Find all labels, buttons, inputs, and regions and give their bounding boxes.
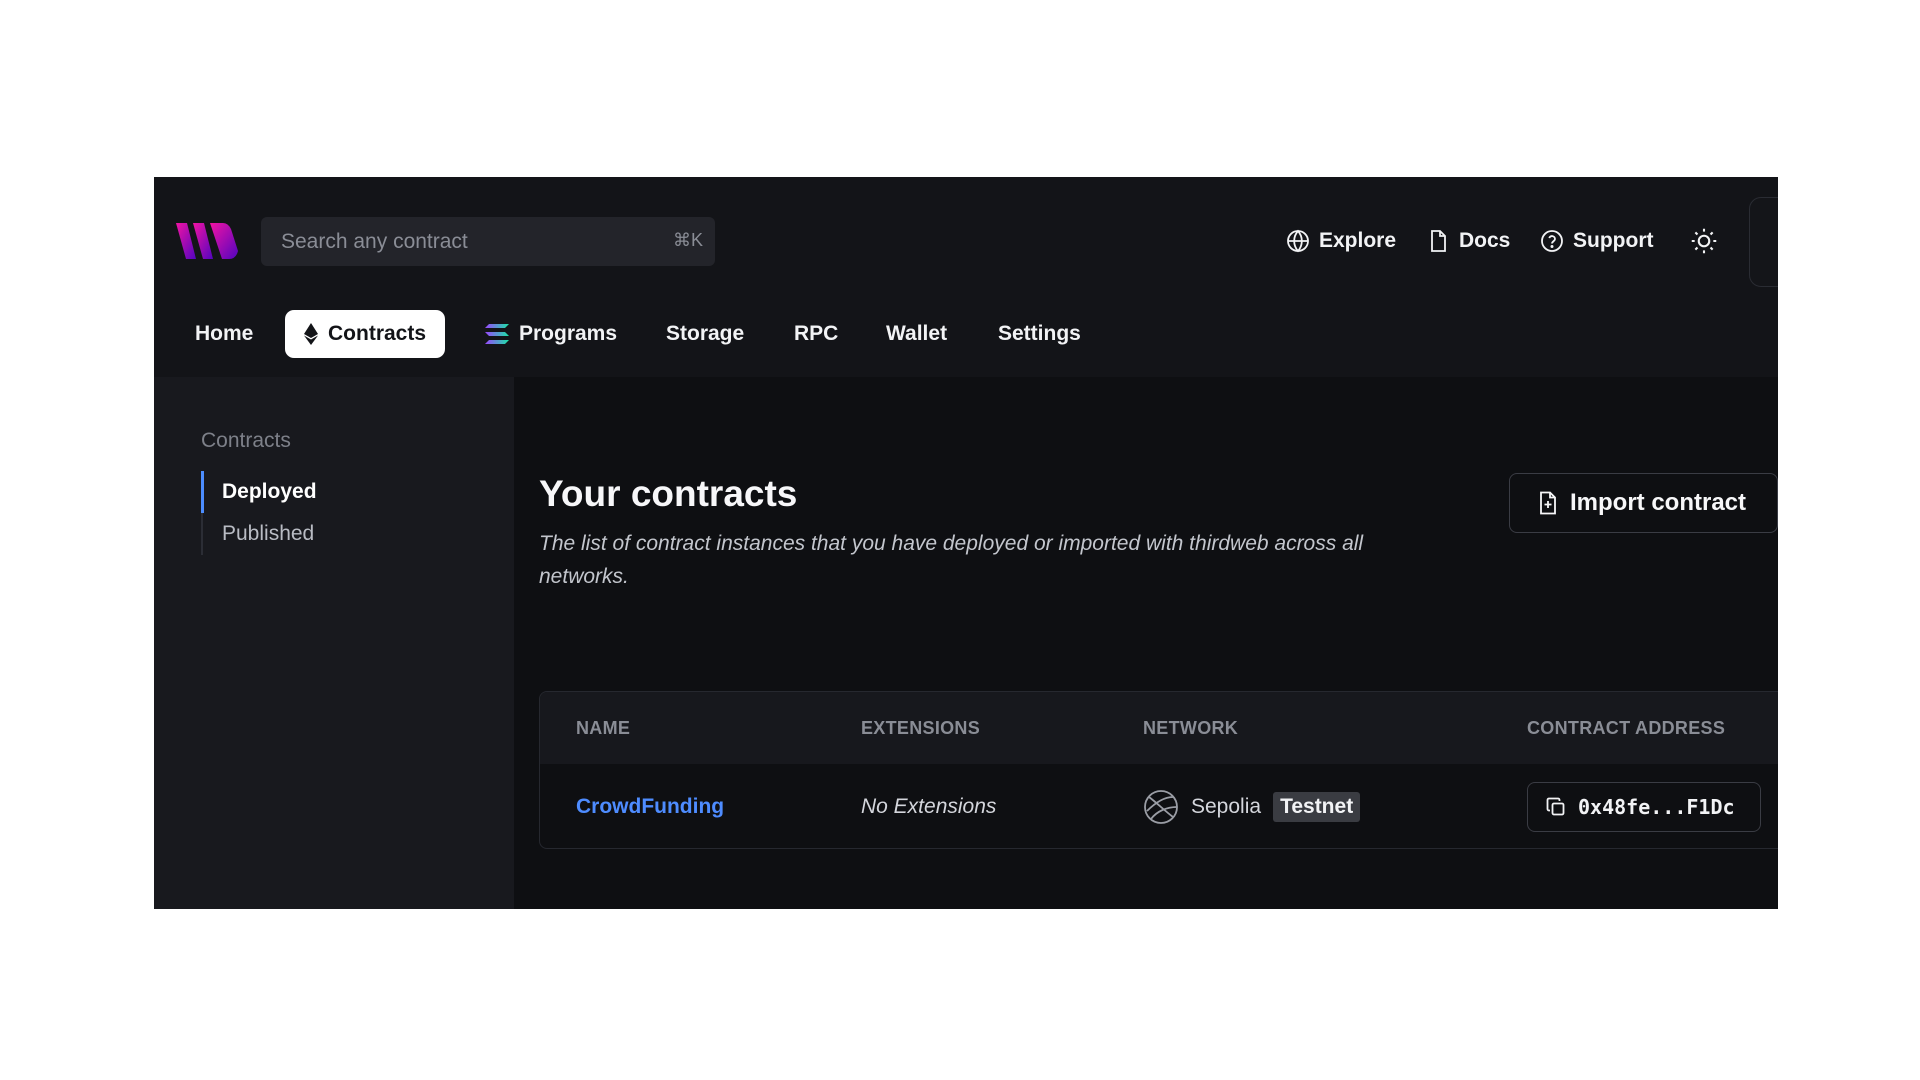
column-header-extensions[interactable]: EXTENSIONS [861,718,980,739]
sidebar-item-label: Deployed [222,480,317,503]
support-label: Support [1573,229,1654,252]
tab-contracts[interactable]: Contracts [285,310,446,358]
document-icon [1431,230,1446,252]
page-title: Your contracts [539,473,798,514]
tab-rpc[interactable]: RPC [794,310,838,358]
search-shortcut: ⌘K [672,230,703,250]
copy-address-button[interactable]: 0x48fe...F1Dc [1527,782,1761,832]
contracts-table: NAME EXTENSIONS NETWORK CONTRACT ADDRESS… [539,691,1778,849]
tab-label: Programs [519,322,618,345]
profile-button[interactable] [1749,197,1778,287]
network-globe-icon [1144,790,1178,824]
explore-link[interactable]: Explore [1286,219,1396,263]
support-link[interactable]: Support [1540,219,1653,263]
import-contract-label: Import contract [1570,489,1747,516]
tab-settings[interactable]: Settings [998,310,1081,358]
docs-link[interactable]: Docs [1426,219,1510,263]
column-header-name[interactable]: NAME [576,718,630,739]
network-cell: Sepolia Testnet [1143,764,1361,848]
tab-label: Home [195,322,254,345]
page-description: The list of contract instances that you … [539,532,1364,588]
copy-icon [1546,797,1565,816]
app-window: ⌘K Explore Docs Support Home Contracts P… [154,177,1778,909]
help-circle-icon [1541,230,1563,252]
sidebar-list: Deployed Published [201,471,461,555]
tab-storage[interactable]: Storage [666,310,744,358]
tab-label: Storage [666,322,745,345]
column-header-contract-address[interactable]: CONTRACT ADDRESS [1527,718,1725,739]
globe-icon [1287,229,1309,253]
table-header: NAME EXTENSIONS NETWORK CONTRACT ADDRESS [540,692,1778,764]
tab-label: Contracts [328,322,427,345]
solana-icon [485,324,509,344]
contract-name-link[interactable]: CrowdFunding [576,764,724,848]
testnet-badge: Testnet [1273,792,1361,822]
sun-icon[interactable] [1690,227,1718,255]
top-header: ⌘K Explore Docs Support [154,177,1778,289]
tab-label: RPC [794,322,839,345]
tab-home[interactable]: Home [195,310,253,358]
tab-label: Settings [998,322,1081,345]
search-box: ⌘K [261,217,715,266]
contract-address: 0x48fe...F1Dc [1578,795,1735,819]
tab-wallet[interactable]: Wallet [886,310,947,358]
docs-label: Docs [1459,229,1511,252]
file-plus-icon [1540,491,1556,515]
thirdweb-logo[interactable] [176,221,238,261]
sidebar-item-published[interactable]: Published [203,513,461,555]
column-header-network[interactable]: NETWORK [1143,718,1238,739]
search-input[interactable] [261,217,715,266]
main-nav: Home Contracts Programs Storage RPC Wall… [154,310,1778,360]
tab-programs[interactable]: Programs [485,310,617,358]
tab-label: Wallet [886,322,948,345]
sidebar-item-label: Published [222,522,315,545]
network-name: Sepolia [1191,795,1262,818]
main-content: Your contracts The list of contract inst… [514,377,1778,909]
sidebar-heading: Contracts [201,429,291,452]
import-contract-button[interactable]: Import contract [1509,473,1778,533]
extensions-cell: No Extensions [861,795,997,818]
explore-label: Explore [1319,229,1397,252]
sidebar-item-deployed[interactable]: Deployed [201,471,461,513]
ethereum-icon [304,323,318,345]
sidebar: Contracts Deployed Published [154,377,514,909]
